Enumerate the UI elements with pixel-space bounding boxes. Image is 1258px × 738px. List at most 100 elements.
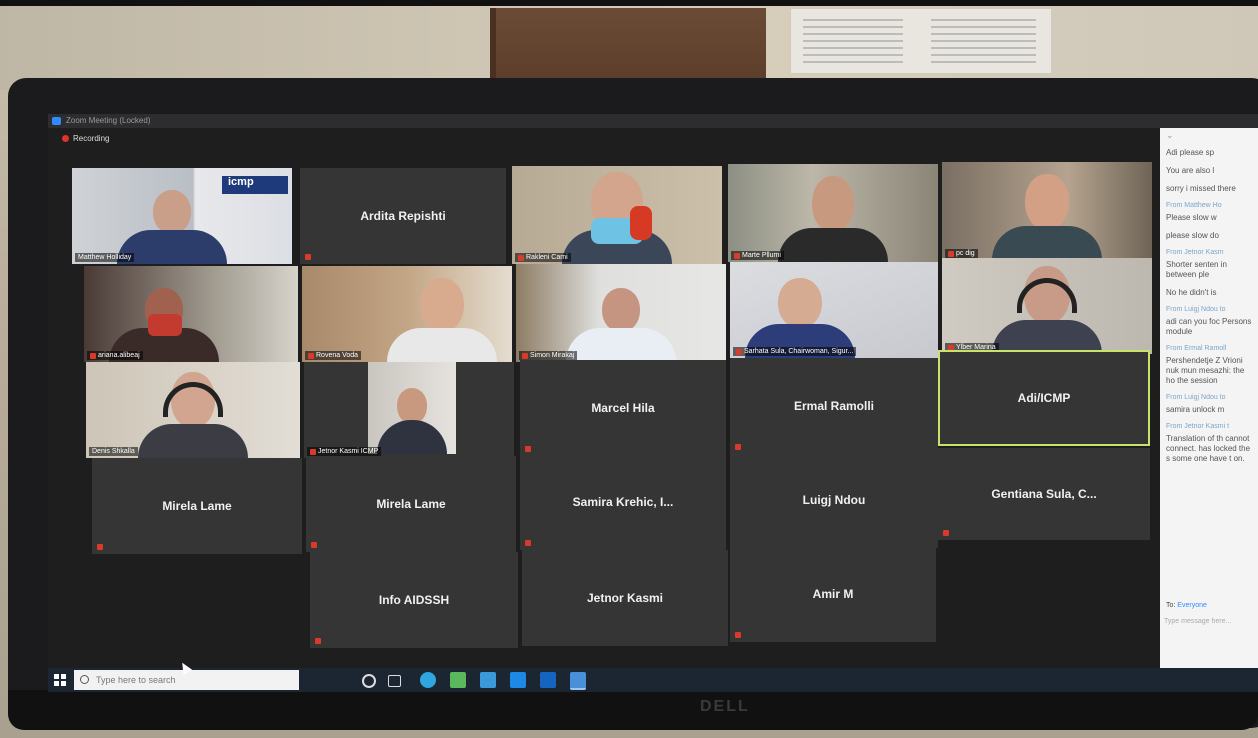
- video-tile[interactable]: Denis Shkalla: [86, 362, 300, 458]
- chat-panel: ⌄ Adi please sp You are also l sorry i m…: [1160, 128, 1258, 674]
- participant-name: Mirela Lame: [162, 499, 232, 513]
- screen: Zoom Meeting (Locked) icmp Matthew Holli…: [48, 114, 1258, 692]
- chat-sender: From Jetnor Kasm: [1166, 249, 1224, 256]
- participant-name: Amir M: [812, 587, 854, 601]
- participant-tile[interactable]: Ardita Repishti: [300, 168, 506, 264]
- chat-message-text: Shorter senten in between ple: [1166, 260, 1227, 279]
- muted-mic-icon: [311, 542, 317, 548]
- participant-name: Luigj Ndou: [802, 493, 866, 507]
- cortana-icon[interactable]: [362, 674, 376, 688]
- window-title: Zoom Meeting (Locked): [66, 116, 151, 125]
- chat-message: Adi please sp: [1160, 144, 1258, 162]
- video-gallery: icmp Matthew Holliday Ardita Repishti Ra…: [48, 128, 1170, 668]
- video-tile[interactable]: Jetnor Kasmi ICMP: [304, 362, 514, 458]
- chat-message: From Matthew Ho Please slow w: [1160, 198, 1258, 227]
- participant-tile[interactable]: Amir M: [730, 546, 936, 642]
- windows-taskbar: Type here to search: [48, 668, 1258, 692]
- participant-name: Adi/ICMP: [1017, 391, 1071, 405]
- icmp-banner: icmp: [222, 176, 288, 194]
- office-door: [490, 8, 766, 88]
- participant-tile[interactable]: Ermal Ramolli: [730, 358, 938, 454]
- participant-name: Gentiana Sula, C...: [991, 487, 1097, 501]
- search-placeholder: Type here to search: [96, 675, 176, 685]
- chat-message-text: sorry i missed there: [1166, 184, 1236, 193]
- video-tile[interactable]: Simon Mirakaj: [516, 264, 726, 362]
- muted-mic-icon: [736, 348, 742, 355]
- video-tile[interactable]: icmp Matthew Holliday: [72, 168, 292, 264]
- chat-to-value[interactable]: Everyone: [1177, 602, 1207, 609]
- participant-tile[interactable]: Luigj Ndou: [730, 452, 938, 548]
- participant-tile[interactable]: Jetnor Kasmi: [522, 550, 728, 646]
- muted-mic-icon: [734, 252, 740, 259]
- muted-mic-icon: [735, 444, 741, 450]
- participant-name-label: pc dig: [945, 249, 978, 258]
- chat-sender: From Matthew Ho: [1166, 202, 1222, 209]
- chat-recipient-selector[interactable]: To: Everyone: [1166, 602, 1207, 609]
- recording-label: Recording: [73, 134, 110, 143]
- recording-indicator[interactable]: Recording: [62, 134, 109, 143]
- participant-name: Samira Krehic, I...: [572, 495, 674, 509]
- chat-message: sorry i missed there: [1160, 180, 1258, 198]
- video-tile[interactable]: pc dig: [942, 162, 1152, 260]
- video-tile[interactable]: Sarhata Sula, Chairwoman, Sigur...: [730, 262, 938, 358]
- store-icon[interactable]: [480, 672, 496, 688]
- muted-mic-icon: [90, 352, 96, 359]
- participant-tile[interactable]: Marcel Hila: [520, 360, 726, 456]
- chat-message-text: Translation of th cannot connect. has lo…: [1166, 434, 1251, 463]
- muted-mic-icon: [943, 530, 949, 536]
- participant-tile[interactable]: Info AIDSSH: [310, 552, 518, 648]
- video-tile[interactable]: Marte Pllumi: [728, 164, 938, 262]
- chat-message: From Luigj Ndou to adi can you foc Person…: [1160, 302, 1258, 341]
- chat-sender: From Jetnor Kasmi t: [1166, 423, 1230, 430]
- muted-mic-icon: [735, 632, 741, 638]
- record-dot-icon: [62, 135, 69, 142]
- chat-message-text: You are also l: [1166, 166, 1215, 175]
- task-view-icon[interactable]: [388, 675, 401, 687]
- chevron-down-icon[interactable]: ⌄: [1166, 130, 1174, 141]
- chat-to-label: To:: [1166, 602, 1176, 609]
- chat-message-text: please slow do: [1166, 231, 1219, 240]
- muted-mic-icon: [310, 448, 316, 455]
- muted-mic-icon: [518, 254, 524, 261]
- participant-tile[interactable]: Gentiana Sula, C...: [938, 448, 1150, 540]
- monitor-bottom-bezel: [8, 690, 1258, 730]
- participant-name-label: Matthew Holliday: [75, 253, 135, 262]
- muted-mic-icon: [308, 352, 314, 359]
- participant-name-label: Sarhata Sula, Chairwoman, Sigur...: [733, 347, 857, 356]
- windows-start-icon[interactable]: [54, 674, 66, 686]
- participant-name: Ermal Ramolli: [793, 399, 875, 413]
- participant-name-label: Marte Pllumi: [731, 251, 784, 260]
- chat-message-input[interactable]: Type message here...: [1164, 618, 1254, 632]
- participant-video: [778, 176, 888, 262]
- outlook-icon[interactable]: [540, 672, 556, 688]
- chat-message: From Jetnor Kasm Shorter senten in betwee…: [1160, 245, 1258, 284]
- chat-sender: From Ermal Ramoll: [1166, 345, 1227, 352]
- participant-name-label: Rovena Voda: [305, 351, 362, 360]
- chat-message-text: No he didn't is: [1166, 288, 1217, 297]
- participant-video: [566, 288, 676, 362]
- chat-message-text: Adi please sp: [1166, 148, 1215, 157]
- zoom-titlebar: Zoom Meeting (Locked): [48, 114, 1258, 128]
- video-tile[interactable]: ariana.alibeaj: [84, 266, 298, 362]
- participant-tile[interactable]: Mirela Lame: [92, 458, 302, 554]
- mail-icon[interactable]: [510, 672, 526, 688]
- muted-mic-icon: [525, 446, 531, 452]
- active-speaker-tile[interactable]: Adi/ICMP: [938, 350, 1150, 446]
- video-tile[interactable]: Ylber Marina: [942, 258, 1152, 354]
- participant-name-label: Simon Mirakaj: [519, 351, 578, 360]
- video-tile[interactable]: Rovena Voda: [302, 266, 512, 362]
- chat-message-text: adi can you foc Persons module: [1166, 317, 1252, 336]
- participant-tile[interactable]: Mirela Lame: [306, 456, 516, 552]
- muted-mic-icon: [315, 638, 321, 644]
- app-icon-green[interactable]: [450, 672, 466, 688]
- participant-name: Info AIDSSH: [378, 593, 450, 607]
- video-tile[interactable]: Rakleni Cami: [512, 166, 722, 264]
- participant-video: [992, 174, 1102, 260]
- chat-message: From Luigj Ndou to samira unlock m: [1160, 390, 1258, 419]
- muted-mic-icon: [948, 250, 954, 257]
- participant-tile[interactable]: Samira Krehic, I...: [520, 454, 726, 550]
- edge-icon[interactable]: [420, 672, 436, 688]
- participant-name-label: ariana.alibeaj: [87, 351, 143, 360]
- zoom-taskbar-icon[interactable]: [570, 672, 586, 690]
- taskbar-search-box[interactable]: Type here to search: [74, 670, 299, 690]
